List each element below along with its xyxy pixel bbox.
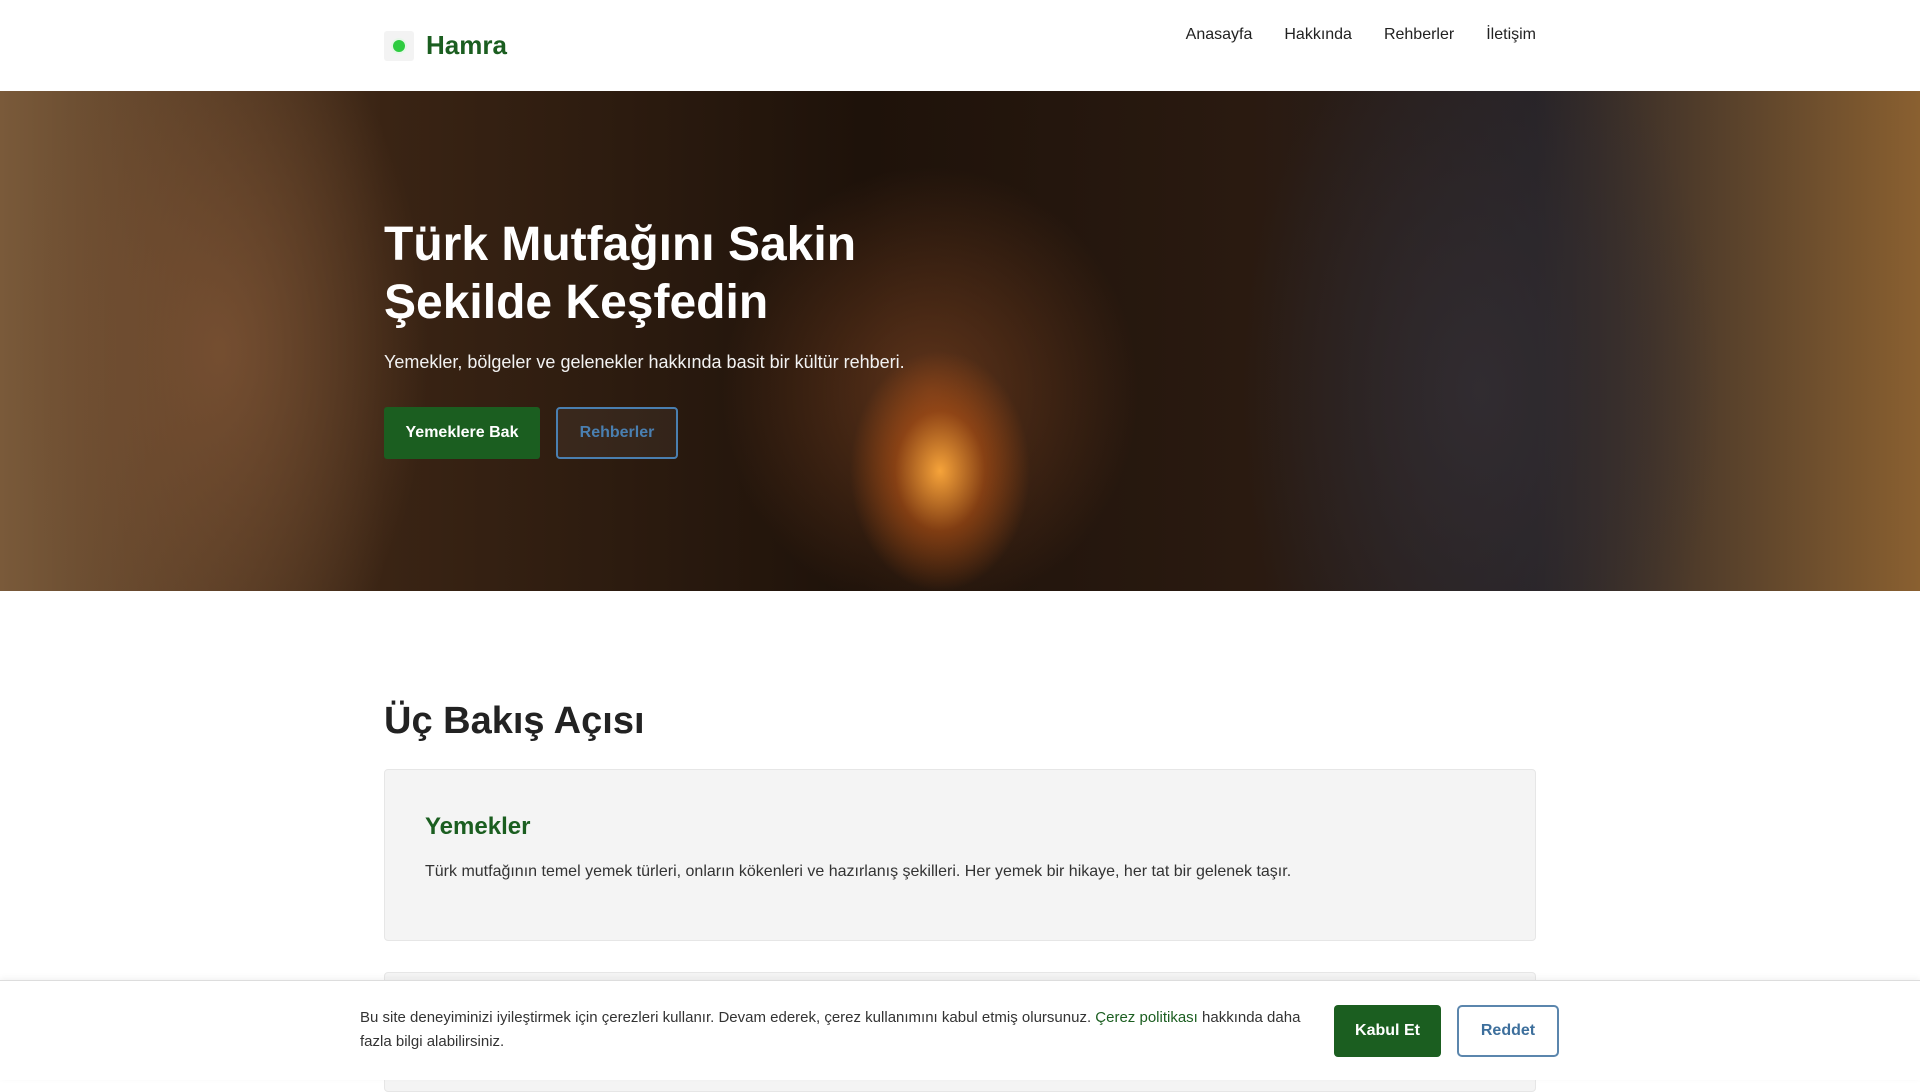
cookie-banner: Bu site deneyiminizi iyileştirmek için ç… [0,980,1920,1080]
cookie-policy-link[interactable]: Çerez politikası [1095,1009,1198,1026]
reject-cookies-button[interactable]: Reddet [1457,1005,1559,1057]
nav-iletisim[interactable]: İletişim [1486,26,1536,44]
guides-button[interactable]: Rehberler [556,407,678,459]
nav-anasayfa[interactable]: Anasayfa [1186,26,1253,44]
card-yemekler: Yemekler Türk mutfağının temel yemek tür… [384,769,1536,941]
hero-subtitle: Yemekler, bölgeler ve gelenekler hakkınd… [384,352,905,372]
card-text: Türk mutfağının temel yemek türleri, onl… [425,863,1292,880]
accept-cookies-button[interactable]: Kabul Et [1334,1005,1441,1057]
brand-name: Hamra [426,30,507,60]
logo-icon [384,30,414,61]
hero-banner: Türk Mutfağını Sakin Şekilde Keşfedin Yem… [0,91,1920,591]
hero-title: Türk Mutfağını Sakin Şekilde Keşfedin [384,218,857,329]
hero-content: Türk Mutfağını Sakin Şekilde Keşfedin Yem… [384,216,984,459]
view-dishes-button[interactable]: Yemeklere Bak [384,407,540,459]
brand-logo[interactable]: Hamra [384,30,507,61]
nav-rehberler[interactable]: Rehberler [1384,26,1454,44]
card-title: Yemekler [425,813,531,840]
main-nav: Anasayfa Hakkında Rehberler İletişim [1186,26,1536,44]
site-header: Hamra Anasayfa Hakkında Rehberler İletiş… [0,0,1920,91]
nav-hakkinda[interactable]: Hakkında [1284,26,1352,44]
cookie-text: Bu site deneyiminizi iyileştirmek için ç… [360,1009,1301,1050]
section-title: Üç Bakış Açısı [384,700,645,742]
